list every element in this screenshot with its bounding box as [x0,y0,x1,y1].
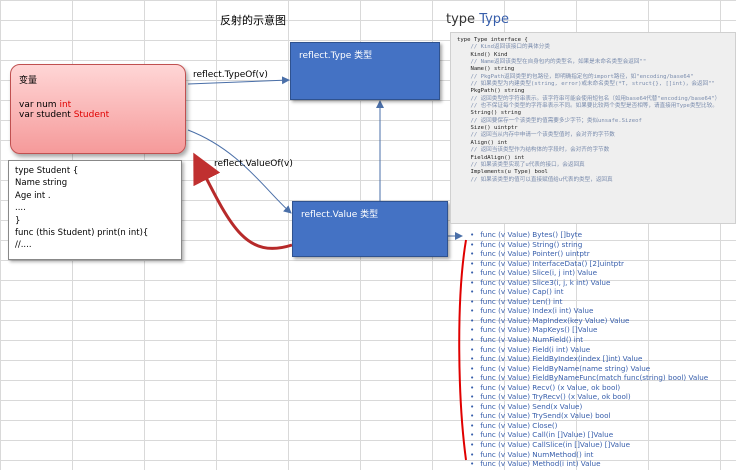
value-method-item[interactable]: func (v Value) Recv() (x Value, ok bool) [470,383,708,393]
code-line: FieldAlign() int [457,154,525,161]
struct-definition-box: type Student { Name string Age int . ...… [8,160,182,260]
code-line: // 返回当从内存中申请一个该类型值时，会对齐的字节数 [457,132,615,139]
value-method-item[interactable]: func (v Value) String() string [470,240,708,250]
value-method-item[interactable]: func (v Value) FieldByIndex(index []int)… [470,354,708,364]
reflect-value-box: reflect.Value 类型 [292,201,448,257]
code-line: // Name返回该类型在自身包内的类型名，如果是未命名类型会返回"" [457,59,647,66]
code-line: // 返回要保存一个该类型的值需要多少字节；类似unsafe.Sizeof [457,117,642,124]
code-line: // 如果该类型的值可以直接赋值给u代表的类型，返回真 [457,176,613,183]
reflect-type-box: reflect.Type 类型 [290,42,440,100]
code-line: // 返回当该类型作为结构体的字段时，会对齐的字节数 [457,147,610,154]
type-doc-keyword: type [446,12,476,27]
value-method-item[interactable]: func (v Value) Index(i int) Value [470,306,708,316]
variable-line-student: var student Student [19,110,177,120]
value-method-item[interactable]: func (v Value) CallSlice(in []Value) []V… [470,440,708,450]
value-method-item[interactable]: func (v Value) Bytes() []byte [470,230,708,240]
code-line: // 如果类型为内建类型(string, error)或未命名类型(*T, st… [457,81,715,88]
value-method-item[interactable]: func (v Value) Slice3(i, j, k int) Value [470,278,708,288]
value-method-item[interactable]: func (v Value) TryRecv() (x Value, ok bo… [470,392,708,402]
back-to-variable-curve [193,152,293,250]
value-method-item[interactable]: func (v Value) NumMethod() int [470,450,708,460]
value-method-item[interactable]: func (v Value) MapKeys() []Value [470,325,708,335]
code-line: // Kind返回该接口的具体分类 [457,44,550,51]
struct-line: } [15,215,21,226]
value-method-item[interactable]: func (v Value) Field(i int) Value [470,345,708,355]
struct-line: //.... [15,240,32,251]
code-line: String() string [457,110,521,117]
variable-line-num: var num int [19,100,177,110]
type-interface-code: type Type interface { // Kind返回该接口的具体分类 … [450,32,736,224]
code-line: Name() string [457,66,515,73]
code-line: Kind() Kind [457,51,508,58]
type-doc-name: Type [479,12,510,27]
value-method-item[interactable]: func (v Value) Method(i int) Value [470,459,708,469]
struct-line: type Student { [15,166,79,176]
variable-box-title: 变量 [19,76,38,86]
code-line: // 也不保证每个类型的字符串表示不同。如果要比较两个类型是否相等，请直接用Ty… [457,103,718,110]
variable-num-type: int [59,100,72,110]
value-method-list: func (v Value) Bytes() []bytefunc (v Val… [470,230,708,469]
value-method-item[interactable]: func (v Value) InterfaceData() [2]uintpt… [470,259,708,269]
value-method-item[interactable]: func (v Value) MapIndex(key Value) Value [470,316,708,326]
struct-line: Name string [15,178,68,189]
struct-line: func (this Student) print(n int){ [15,228,149,239]
code-line: PkgPath() string [457,88,525,95]
variable-num-decl: var num [19,100,57,110]
variable-box: 变量 var num int var student Student [10,64,186,154]
type-doc-header: type Type [446,12,509,27]
code-line: // 返回类型的字符串表示。该字符串可能会使用短包名（如用base64代替"en… [457,95,721,102]
variable-student-type: Student [73,110,110,120]
struct-line: Age int . [15,190,51,201]
code-line: // PkgPath返回类型的包路径，即明确指定包的import路径，如"enc… [457,73,694,80]
variable-student-decl: var student [19,110,71,120]
typeof-label: reflect.TypeOf(v) [193,70,268,80]
reflect-value-label: reflect.Value 类型 [301,210,379,220]
value-method-item[interactable]: func (v Value) Send(x Value) [470,402,708,412]
code-line: Implements(u Type) bool [457,169,548,176]
value-method-item[interactable]: func (v Value) Close() [470,421,708,431]
valueof-label: reflect.ValueOf(v) [214,159,293,169]
code-line: // 如果该类型实现了u代表的接口，会返回真 [457,161,585,168]
struct-line: .... [15,203,26,214]
value-method-item[interactable]: func (v Value) NumField() int [470,335,708,345]
value-method-item[interactable]: func (v Value) Slice(i, j int) Value [470,268,708,278]
value-method-item[interactable]: func (v Value) TrySend(x Value) bool [470,411,708,421]
value-method-item[interactable]: func (v Value) FieldByNameFunc(match fun… [470,373,708,383]
value-method-item[interactable]: func (v Value) Len() int [470,297,708,307]
value-method-item[interactable]: func (v Value) Pointer() uintptr [470,249,708,259]
value-method-item[interactable]: func (v Value) Cap() int [470,287,708,297]
method-bracket [458,239,467,461]
reflect-type-label: reflect.Type 类型 [299,51,373,61]
value-method-item[interactable]: func (v Value) Call(in []Value) []Value [470,430,708,440]
typeof-arrow [187,76,290,85]
value-method-item[interactable]: func (v Value) FieldByName(name string) … [470,364,708,374]
